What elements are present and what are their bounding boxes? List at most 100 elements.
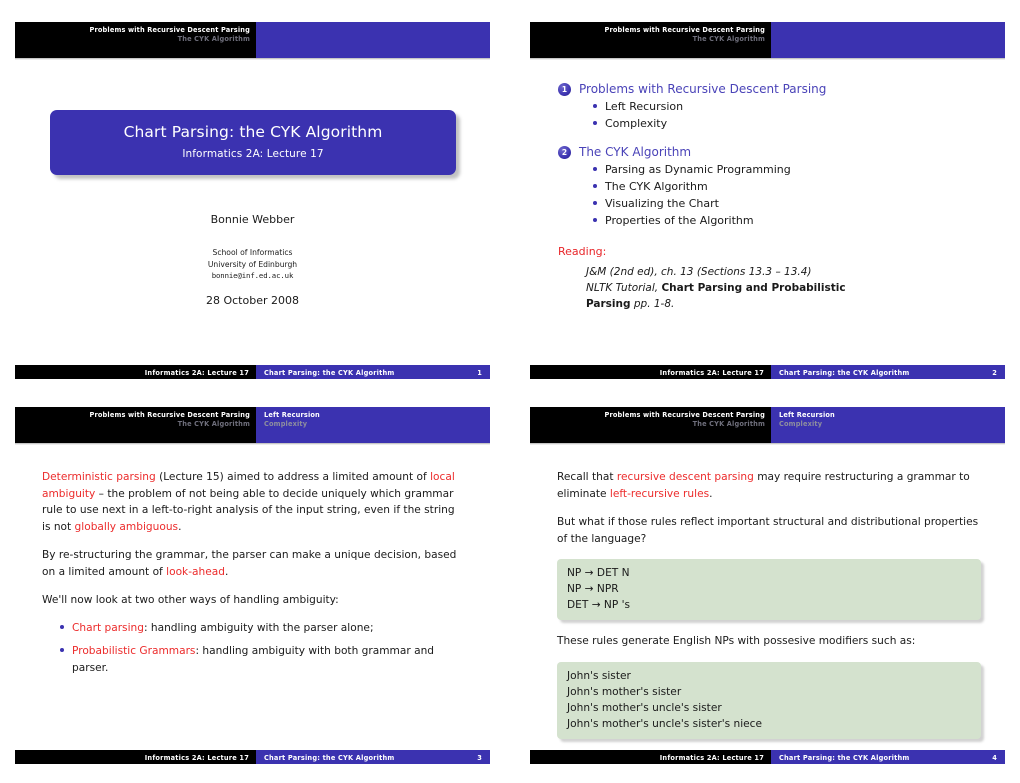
slide-3-header-subsections: Left Recursion Complexity <box>256 407 490 443</box>
text-run: : handling ambiguity with the parser alo… <box>143 621 374 634</box>
term-recursive-descent-parsing: recursive descent parsing <box>616 471 754 483</box>
footer-page-number: 3 <box>477 753 482 762</box>
header-subsection-inactive: Complexity <box>779 420 823 428</box>
slide-1-header-sections: Problems with Recursive Descent Parsing … <box>15 22 256 58</box>
list-item[interactable]: Visualizing the Chart <box>593 195 978 212</box>
slide-3: Problems with Recursive Descent Parsing … <box>15 407 490 764</box>
footer-page-number: 4 <box>992 753 997 762</box>
slide-2-header-sections: Problems with Recursive Descent Parsing … <box>530 22 771 58</box>
header-section-inactive: The CYK Algorithm <box>692 35 765 43</box>
footer-title-area: Chart Parsing: the CYK Algorithm 4 <box>771 750 1005 764</box>
slide-1-header-subsections <box>256 22 490 58</box>
header-section-active: Problems with Recursive Descent Parsing <box>89 26 250 34</box>
example-np: John's mother's sister <box>567 685 682 698</box>
slide-2-footer: Informatics 2A: Lecture 17 Chart Parsing… <box>530 365 1005 379</box>
section-title: The CYK Algorithm <box>579 145 692 159</box>
author-name: Bonnie Webber <box>210 213 295 226</box>
example-np: John's mother's uncle's sister's niece <box>567 717 763 730</box>
slide-1: Problems with Recursive Descent Parsing … <box>15 22 490 379</box>
footer-course: Informatics 2A: Lecture 17 <box>530 365 771 379</box>
slide-4-footer: Informatics 2A: Lecture 17 Chart Parsing… <box>530 750 1005 764</box>
paragraph-but-what-if: But what if those rules reflect importan… <box>557 516 979 545</box>
subsection-label: Visualizing the Chart <box>605 197 719 210</box>
paragraph-two-other-ways: We'll now look at two other ways of hand… <box>42 594 339 606</box>
ambiguity-approaches-list: Chart parsing: handling ambiguity with t… <box>60 620 466 677</box>
section-number-badge: 1 <box>558 83 571 96</box>
footer-title-area: Chart Parsing: the CYK Algorithm 3 <box>256 750 490 764</box>
reading-chapter-part2: Parsing <box>586 298 631 310</box>
header-section-active: Problems with Recursive Descent Parsing <box>604 411 765 419</box>
title-box: Chart Parsing: the CYK Algorithm Informa… <box>50 110 456 175</box>
bullet-dot-icon <box>593 201 597 205</box>
header-shadow <box>530 443 1005 445</box>
section-title: Problems with Recursive Descent Parsing <box>579 82 827 96</box>
outline-subsections-2: Parsing as Dynamic Programming The CYK A… <box>593 161 978 229</box>
header-section-inactive: The CYK Algorithm <box>177 35 250 43</box>
section-number-badge: 2 <box>558 146 571 159</box>
list-item[interactable]: Parsing as Dynamic Programming <box>593 161 978 178</box>
example-np: John's mother's uncle's sister <box>567 701 722 714</box>
paragraph-restructuring: By re-structuring the grammar, the parse… <box>42 547 466 580</box>
bullet-dot-icon <box>593 184 597 188</box>
reading-references: J&M (2nd ed), ch. 13 (Sections 13.3 – 13… <box>586 264 978 312</box>
reading-reference-3: Parsing pp. 1-8. <box>586 296 978 312</box>
grammar-rules-box: NP → DET N NP → NPR DET → NP 's <box>557 559 981 620</box>
paragraph-deterministic-parsing: Deterministic parsing (Lecture 15) aimed… <box>42 469 466 535</box>
page-subtitle: Informatics 2A: Lecture 17 <box>182 148 324 160</box>
slide-2-header: Problems with Recursive Descent Parsing … <box>530 22 1005 58</box>
reading-source: NLTK Tutorial, <box>586 282 662 294</box>
footer-course: Informatics 2A: Lecture 17 <box>15 750 256 764</box>
slide-4-body: Recall that recursive descent parsing ma… <box>557 469 981 752</box>
bullet-dot-icon <box>593 121 597 125</box>
outline-subsections-1: Left Recursion Complexity <box>593 98 978 132</box>
bullet-dot-icon <box>593 167 597 171</box>
footer-title-area: Chart Parsing: the CYK Algorithm 2 <box>771 365 1005 379</box>
footer-deck-title: Chart Parsing: the CYK Algorithm <box>779 368 910 377</box>
text-run: . <box>709 487 713 500</box>
list-item[interactable]: Properties of the Algorithm <box>593 212 978 229</box>
text-run: (Lecture 15) aimed to address a limited … <box>155 471 431 483</box>
slide-handout-page: Problems with Recursive Descent Parsing … <box>0 0 1020 783</box>
bullet-dot-icon <box>593 104 597 108</box>
footer-deck-title: Chart Parsing: the CYK Algorithm <box>779 753 910 762</box>
slide-4: Problems with Recursive Descent Parsing … <box>530 407 1005 764</box>
list-item[interactable]: The CYK Algorithm <box>593 178 978 195</box>
outline-section-1[interactable]: 1 Problems with Recursive Descent Parsin… <box>558 82 978 97</box>
affiliation-block: School of Informatics University of Edin… <box>15 247 490 282</box>
header-subsection-active: Left Recursion <box>264 411 320 419</box>
list-item-text: Chart parsing: handling ambiguity with t… <box>72 620 466 637</box>
text-run: . <box>178 520 182 533</box>
list-item[interactable]: Left Recursion <box>593 98 978 115</box>
title-block: Chart Parsing: the CYK Algorithm Informa… <box>50 110 456 175</box>
subsection-label: Parsing as Dynamic Programming <box>605 163 791 176</box>
paragraph-recall: Recall that recursive descent parsing ma… <box>557 469 981 502</box>
slide-2-header-subsections <box>771 22 1005 58</box>
list-item[interactable]: Chart parsing: handling ambiguity with t… <box>60 620 466 637</box>
grammar-rule: NP → DET N <box>567 567 630 579</box>
author-email: bonnie@inf.ed.ac.uk <box>211 271 294 280</box>
outline-section-2[interactable]: 2 The CYK Algorithm <box>558 145 978 160</box>
list-item[interactable]: Complexity <box>593 115 978 132</box>
slide-4-header-sections: Problems with Recursive Descent Parsing … <box>530 407 771 443</box>
footer-deck-title: Chart Parsing: the CYK Algorithm <box>264 368 395 377</box>
reading-reference-2: NLTK Tutorial, Chart Parsing and Probabi… <box>586 280 978 296</box>
text-run: Recall that <box>557 471 617 483</box>
footer-deck-title: Chart Parsing: the CYK Algorithm <box>264 753 395 762</box>
example-nps-box: John's sister John's mother's sister Joh… <box>557 661 981 739</box>
list-item-text: Probabilistic Grammars: handling ambigui… <box>72 643 466 676</box>
slide-3-header-sections: Problems with Recursive Descent Parsing … <box>15 407 256 443</box>
slide-3-body: Deterministic parsing (Lecture 15) aimed… <box>42 469 466 683</box>
subsection-label: Left Recursion <box>605 100 684 113</box>
grammar-rule: NP → NPR <box>567 583 619 595</box>
header-shadow <box>15 443 490 445</box>
header-section-active: Problems with Recursive Descent Parsing <box>604 26 765 34</box>
slide-2: Problems with Recursive Descent Parsing … <box>530 22 1005 379</box>
bullet-dot-icon <box>60 648 64 652</box>
slide-1-footer: Informatics 2A: Lecture 17 Chart Parsing… <box>15 365 490 379</box>
list-item[interactable]: Probabilistic Grammars: handling ambigui… <box>60 643 466 676</box>
reading-reference-1: J&M (2nd ed), ch. 13 (Sections 13.3 – 13… <box>586 266 812 278</box>
footer-page-number: 1 <box>477 368 482 377</box>
term-probabilistic-grammars: Probabilistic Grammars <box>72 645 196 657</box>
footer-course: Informatics 2A: Lecture 17 <box>530 750 771 764</box>
slide-3-header: Problems with Recursive Descent Parsing … <box>15 407 490 443</box>
